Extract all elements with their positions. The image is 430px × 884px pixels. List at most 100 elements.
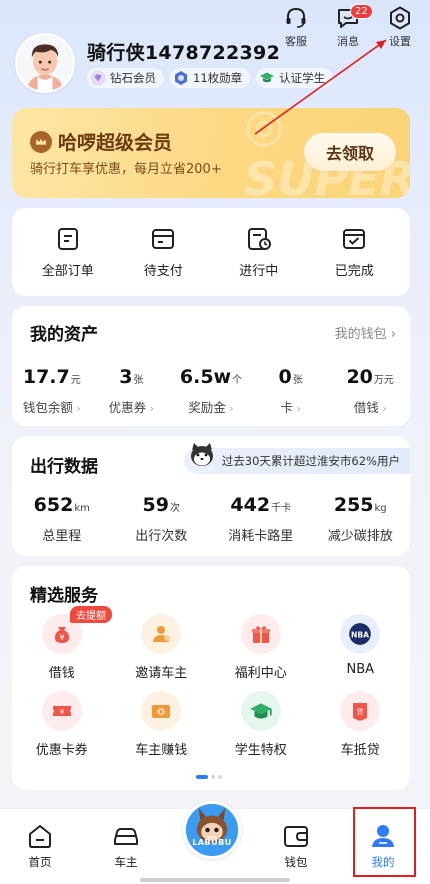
orders-card: 全部订单 待支付 进行中 已完成 bbox=[12, 208, 410, 296]
medal-icon bbox=[173, 70, 189, 86]
order-in-progress-button[interactable]: 进行中 bbox=[219, 226, 299, 279]
asset-value: 17.7 bbox=[22, 366, 70, 388]
travel-value: 442 bbox=[230, 494, 271, 516]
service-label: 借钱 bbox=[48, 666, 75, 681]
tab-label: 车主 bbox=[114, 855, 138, 869]
my-wallet-link-label: 我的钱包 bbox=[334, 327, 387, 342]
service-nba[interactable]: NBA NBA bbox=[311, 614, 411, 681]
tab-car-owner[interactable]: 车主 bbox=[96, 821, 156, 870]
travel-trip-count: 59次 出行次数 bbox=[112, 494, 212, 544]
travel-data-card[interactable]: 出行数据 过去30天累计超过淮安市62%用户 652km 总里程 59次 出行次… bbox=[12, 436, 410, 556]
username[interactable]: 骑行侠1478722392 bbox=[87, 38, 280, 65]
travel-value: 652 bbox=[33, 494, 74, 516]
asset-value: 0 bbox=[278, 366, 292, 388]
service-car-loan[interactable]: 贷 车抵贷 bbox=[311, 691, 411, 758]
message-count-badge: 22 bbox=[350, 4, 373, 19]
home-indicator bbox=[140, 878, 290, 882]
tab-labubu[interactable]: LABUBU bbox=[183, 801, 241, 859]
chevron-right-icon: › bbox=[72, 402, 81, 415]
raise-limit-tag: 去提额 bbox=[70, 606, 112, 623]
asset-label: 借钱 bbox=[353, 400, 379, 415]
chevron-right-icon: › bbox=[146, 402, 155, 415]
gear-icon bbox=[390, 6, 410, 30]
tab-label: 钱包 bbox=[284, 855, 308, 869]
asset-wallet-balance[interactable]: 17.7元 钱包余额 › bbox=[12, 366, 92, 416]
asset-unit: 个 bbox=[232, 375, 243, 386]
service-student-privilege[interactable]: 学生特权 bbox=[211, 691, 311, 758]
avatar-icon bbox=[17, 35, 73, 91]
badge-label: 11枚勋章 bbox=[193, 71, 243, 85]
order-completed-button[interactable]: 已完成 bbox=[314, 226, 394, 279]
service-invite-driver[interactable]: 邀请车主 bbox=[112, 614, 212, 681]
chevron-right-icon: › bbox=[292, 402, 301, 415]
asset-coupons[interactable]: 3张 优惠券 › bbox=[92, 366, 172, 416]
customer-service-button[interactable]: 客服 bbox=[276, 5, 316, 49]
order-all-button[interactable]: 全部订单 bbox=[28, 226, 108, 279]
asset-cards[interactable]: 0张 卡 › bbox=[251, 366, 331, 416]
service-driver-earn[interactable]: ¥ 车主赚钱 bbox=[112, 691, 212, 758]
order-completed-label: 已完成 bbox=[334, 263, 374, 279]
vip-subtitle: 骑行打车享优惠，每月立省200+ bbox=[30, 162, 222, 177]
asset-loan[interactable]: 20万元 借钱 › bbox=[330, 366, 410, 416]
asset-value: 6.5w bbox=[179, 366, 232, 388]
order-in-progress-label: 进行中 bbox=[239, 263, 279, 279]
home-icon bbox=[29, 825, 51, 848]
badge-diamond-member[interactable]: 钻石会员 bbox=[87, 68, 164, 88]
messages-button[interactable]: 22 消息 bbox=[328, 4, 373, 49]
tab-wallet[interactable]: 钱包 bbox=[266, 821, 326, 870]
chevron-right-icon: › bbox=[378, 402, 387, 415]
settings-button[interactable]: 设置 bbox=[380, 5, 420, 49]
badge-medals[interactable]: 11枚勋章 bbox=[170, 68, 251, 88]
travel-label: 消耗卡路里 bbox=[228, 529, 294, 544]
travel-title: 出行数据 bbox=[30, 457, 98, 477]
service-coupons[interactable]: ¥ 优惠卡券 bbox=[12, 691, 112, 758]
asset-rewards[interactable]: 6.5w个 奖励金 › bbox=[171, 366, 251, 416]
my-wallet-link[interactable]: 我的钱包 › bbox=[335, 323, 396, 342]
badge-student[interactable]: 认证学生 bbox=[256, 68, 334, 88]
travel-banner-text: 过去30天累计超过淮安市62%用户 bbox=[221, 454, 400, 468]
services-card: 精选服务 去提额 ¥ 借钱 邀请车主 福利中心 NBA NBA ¥ 优惠卡券 ¥… bbox=[12, 566, 410, 790]
service-borrow[interactable]: 去提额 ¥ 借钱 bbox=[12, 606, 112, 681]
cat-mascot-icon bbox=[190, 443, 213, 466]
svg-text:¥: ¥ bbox=[59, 633, 64, 642]
travel-unit: 千卡 bbox=[271, 503, 292, 514]
asset-unit: 元 bbox=[70, 375, 81, 386]
tab-label: 首页 bbox=[28, 855, 52, 869]
service-label: 邀请车主 bbox=[135, 666, 188, 681]
labubu-icon bbox=[186, 804, 238, 856]
top-actions: 客服 22 消息 设置 bbox=[276, 4, 420, 49]
graduation-cap-icon bbox=[259, 70, 275, 86]
annotation-highlight-box bbox=[353, 807, 416, 877]
asset-label: 奖励金 bbox=[188, 400, 226, 415]
badge-row: 钻石会员 11枚勋章 认证学生 bbox=[87, 68, 334, 88]
service-label: 学生特权 bbox=[234, 743, 287, 758]
travel-unit: 次 bbox=[169, 503, 180, 514]
driver-earn-icon: ¥ bbox=[141, 691, 182, 731]
order-pending-payment-button[interactable]: 待支付 bbox=[123, 226, 203, 279]
check-doc-icon bbox=[343, 228, 366, 249]
services-grid: 去提额 ¥ 借钱 邀请车主 福利中心 NBA NBA ¥ 优惠卡券 ¥ 车主赚钱… bbox=[12, 606, 411, 758]
tab-home[interactable]: 首页 bbox=[10, 821, 70, 870]
graduation-cap-icon bbox=[240, 691, 281, 731]
settings-label: 设置 bbox=[389, 35, 411, 48]
crown-icon bbox=[30, 130, 52, 153]
wallet-card-icon bbox=[152, 228, 175, 249]
service-label: 车主赚钱 bbox=[135, 743, 188, 758]
wallet-icon bbox=[284, 826, 308, 847]
service-welfare-center[interactable]: 福利中心 bbox=[211, 614, 311, 681]
travel-value: 59 bbox=[142, 494, 169, 516]
asset-value: 20 bbox=[346, 366, 373, 388]
asset-label: 卡 bbox=[280, 400, 293, 415]
services-pager[interactable] bbox=[196, 775, 222, 779]
asset-unit: 张 bbox=[292, 375, 303, 386]
assets-card: 我的资产 我的钱包 › 17.7元 钱包余额 › 3张 优惠券 › 6.5w个 … bbox=[12, 306, 410, 426]
claim-vip-button[interactable]: 去领取 bbox=[304, 133, 396, 171]
vip-title-text: 哈啰超级会员 bbox=[58, 132, 173, 154]
customer-service-label: 客服 bbox=[285, 35, 307, 48]
travel-unit: km bbox=[74, 503, 90, 514]
avatar[interactable] bbox=[15, 33, 75, 93]
car-icon bbox=[114, 828, 138, 845]
diamond-icon bbox=[90, 70, 106, 86]
labubu-text: LABUBU bbox=[192, 838, 232, 847]
vip-banner[interactable]: ◎ SUPER 哈啰超级会员 骑行打车享优惠，每月立省200+ 去领取 bbox=[12, 108, 410, 198]
